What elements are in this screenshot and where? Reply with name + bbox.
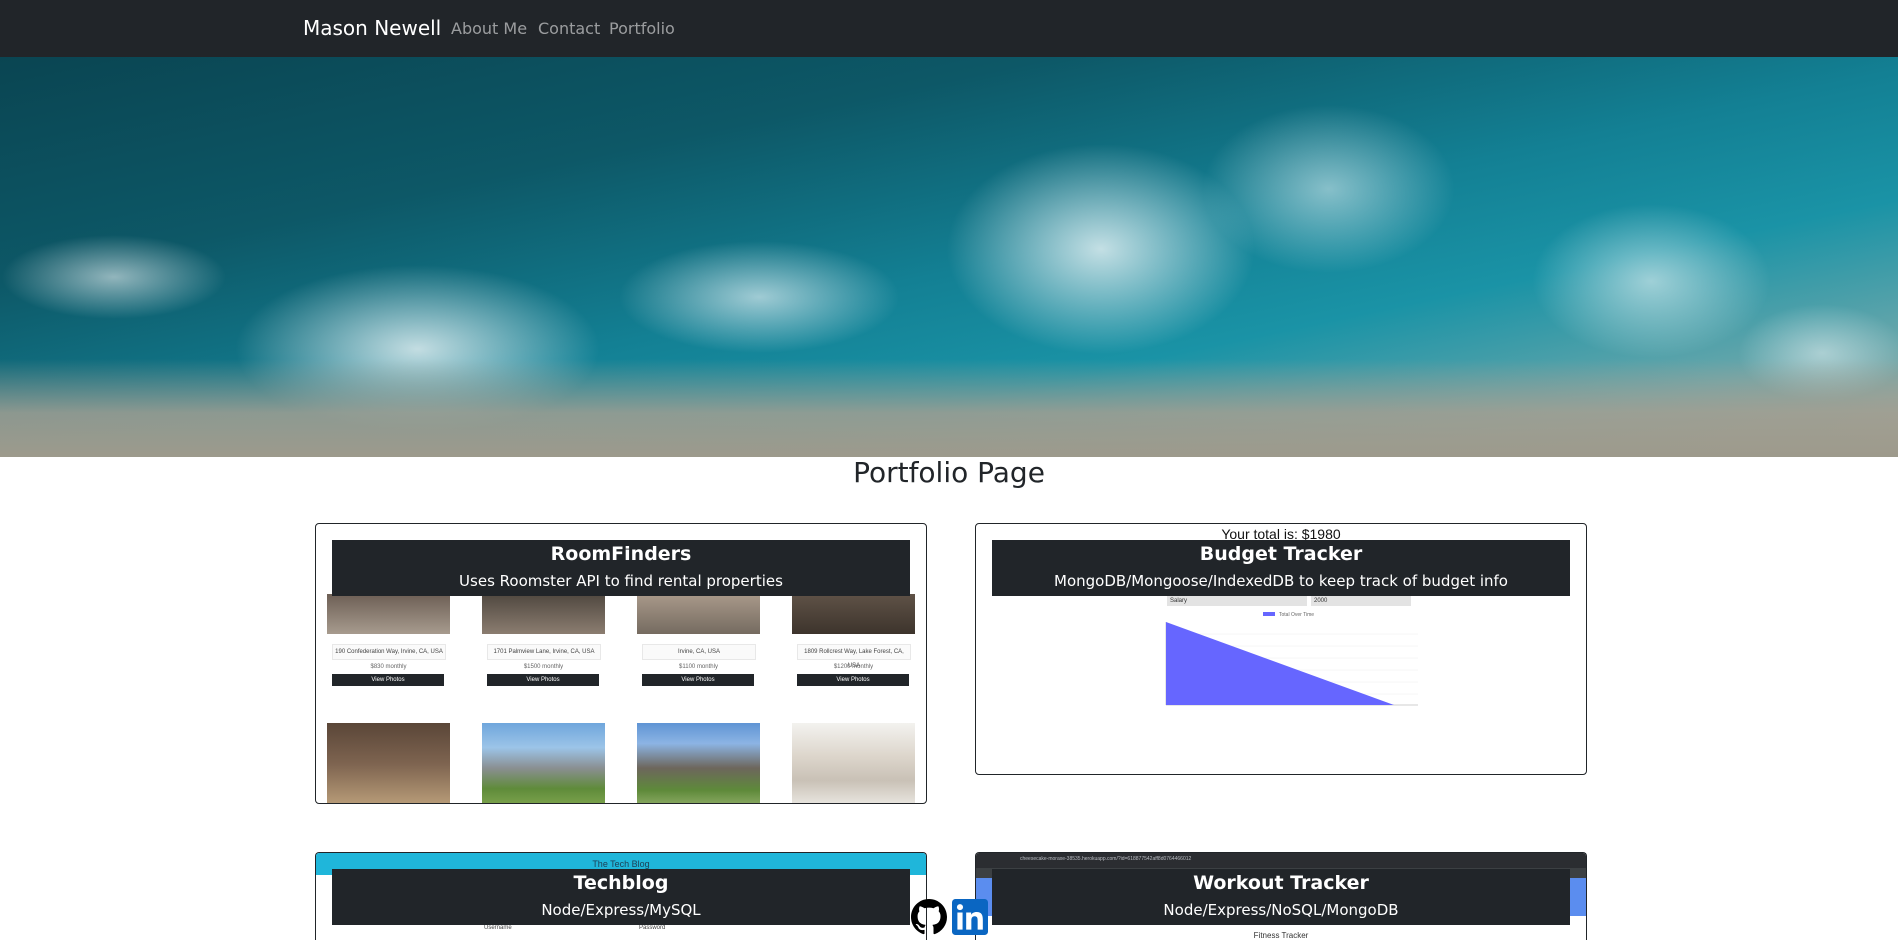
browser-url: cheesecake-moraxe-38535.herokuapp.com/?i… [1020, 856, 1192, 862]
chart-legend-swatch [1263, 612, 1275, 616]
techblog-password-label: Password [639, 925, 666, 931]
hero-sand [0, 359, 1898, 457]
listing-price: $830 monthly [370, 664, 407, 670]
card-description: Uses Roomster API to find rental propert… [459, 572, 783, 590]
transaction-name: Salary [1167, 596, 1307, 606]
hero-ocean-image [0, 57, 1898, 457]
card-caption: Workout Tracker Node/Express/NoSQL/Mongo… [992, 869, 1570, 925]
card-title: Workout Tracker [1193, 872, 1369, 894]
listing-address: 1809 Rollcrest Way, Lake Forest, CA, USA [797, 644, 911, 669]
card-caption: RoomFinders Uses Roomster API to find re… [332, 540, 910, 596]
techblog-username-label: Username [484, 925, 512, 931]
project-card-techblog[interactable]: The Tech Blog Username Password Techblog… [315, 852, 927, 940]
nav-link-contact[interactable]: Contact [538, 19, 600, 38]
chart-area-series [1166, 622, 1394, 705]
navbar: Mason Newell About Me Contact Portfolio [0, 0, 1898, 58]
chart-legend-label: Total Over Time [1279, 612, 1314, 618]
view-photos-button: View Photos [642, 674, 754, 686]
project-card-budget-tracker[interactable]: Your total is: $1980 Salary 2000 Total O… [975, 523, 1587, 775]
listing-address: 1701 Palmview Lane, Irvine, CA, USA [487, 644, 601, 660]
github-icon [911, 899, 947, 935]
listing-photo [637, 723, 760, 803]
nav-link-portfolio[interactable]: Portfolio [609, 19, 675, 38]
listing-photo [792, 723, 915, 803]
project-card-workout-tracker[interactable]: cheesecake-moraxe-38535.herokuapp.com/?i… [975, 852, 1587, 940]
linkedin-icon [952, 899, 988, 935]
linkedin-link[interactable] [952, 899, 988, 935]
card-title: Techblog [573, 872, 669, 894]
workout-side-panel [1570, 878, 1586, 916]
card-title: Budget Tracker [1199, 543, 1363, 565]
card-title: RoomFinders [550, 543, 692, 565]
brand-link[interactable]: Mason Newell [303, 16, 441, 40]
card-caption: Techblog Node/Express/MySQL [332, 869, 910, 925]
listing-price: $1200 monthly [833, 664, 874, 670]
card-caption: Budget Tracker MongoDB/Mongoose/IndexedD… [992, 540, 1570, 596]
listing-photo [482, 594, 605, 634]
browser-chrome: cheesecake-moraxe-38535.herokuapp.com/?i… [976, 853, 1586, 868]
github-link[interactable] [911, 899, 947, 935]
listing-price: $1500 monthly [523, 664, 564, 670]
listing-price: $1100 monthly [679, 664, 718, 670]
nav-link-about-me[interactable]: About Me [451, 19, 527, 38]
card-description: MongoDB/Mongoose/IndexedDB to keep track… [1054, 572, 1508, 590]
listing-photo [792, 594, 915, 634]
page-title: Portfolio Page [853, 456, 1045, 489]
listing-address: Irvine, CA, USA [642, 644, 756, 660]
listing-photo [482, 723, 605, 803]
view-photos-button: View Photos [487, 674, 599, 686]
listing-photo [327, 723, 450, 803]
card-description: Node/Express/MySQL [541, 901, 701, 919]
workout-page-heading: Fitness Tracker [1253, 931, 1309, 940]
transaction-value: 2000 [1311, 596, 1411, 606]
listing-photo [327, 594, 450, 634]
view-photos-button: View Photos [332, 674, 444, 686]
budget-chart: Total Over Time [1165, 612, 1418, 706]
listing-address: 190 Confederation Way, Irvine, CA, USA [332, 644, 446, 660]
card-description: Node/Express/NoSQL/MongoDB [1163, 901, 1399, 919]
view-photos-button: View Photos [797, 674, 909, 686]
listing-photo [637, 594, 760, 634]
project-card-roomfinders[interactable]: 190 Confederation Way, Irvine, CA, USA 1… [315, 523, 927, 804]
